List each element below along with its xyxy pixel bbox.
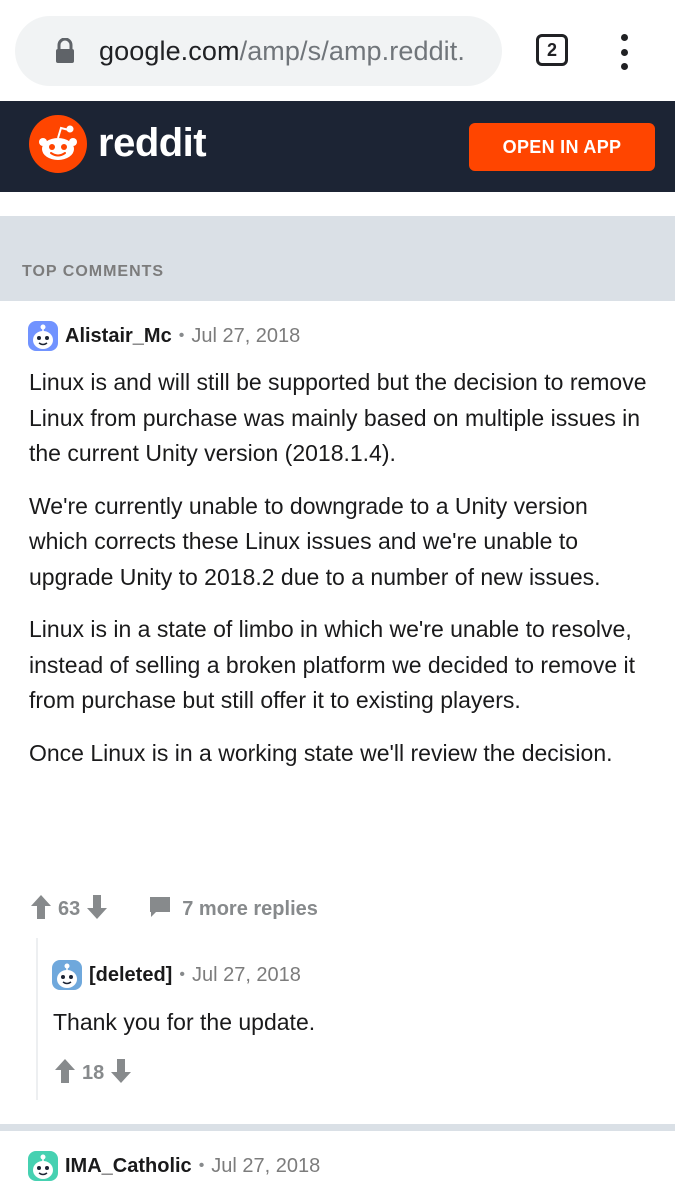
url-domain: google.com [99,35,240,66]
meta-separator: • [178,327,185,344]
comment-body: Linux is and will still be supported but… [29,365,649,788]
top-comments-header: TOP COMMENTS [0,216,675,301]
comment-paragraph: Once Linux is in a working state we'll r… [29,739,613,766]
snoo-avatar-icon[interactable] [28,321,58,351]
upvote-icon[interactable] [54,1058,76,1089]
tab-count: 2 [546,39,557,60]
comment-date: Jul 27, 2018 [211,1154,321,1177]
comment-meta: Alistair_Mc • Jul 27, 2018 [28,321,300,351]
tab-switcher-icon[interactable]: 2 [536,34,568,66]
address-bar[interactable]: google.com/amp/s/amp.reddit. [15,16,502,86]
comment-paragraph: Linux is and will still be supported but… [29,369,647,466]
comment-author[interactable]: Alistair_Mc [65,325,172,348]
meta-separator: • [179,966,185,983]
snoo-avatar-icon[interactable] [28,1151,58,1181]
more-menu-icon[interactable] [610,34,638,70]
spacer [0,192,675,216]
comment-paragraph: We're currently unable to downgrade to a… [29,492,601,590]
open-in-app-button[interactable]: OPEN IN APP [469,123,655,171]
reply-body: Thank you for the update. [53,1005,653,1058]
more-replies-label: 7 more replies [182,898,318,920]
comment-paragraph: Linux is in a state of limbo in which we… [29,616,635,713]
reply-date: Jul 27, 2018 [191,963,301,986]
upvote-icon[interactable] [30,894,52,925]
reply-author[interactable]: [deleted] [89,964,172,987]
reddit-wordmark[interactable]: reddit [98,121,207,166]
reddit-snoo-icon[interactable] [29,115,87,173]
downvote-icon[interactable] [86,894,108,925]
section-title: TOP COMMENTS [22,263,165,280]
url-text: google.com/amp/s/amp.reddit. [99,36,465,67]
comment-actions: 63 7 more replies [30,894,318,925]
comment-date: Jul 27, 2018 [191,324,301,347]
comment-separator [0,1124,675,1131]
comment-author[interactable]: IMA_Catholic [65,1155,192,1178]
reply-meta: [deleted] • Jul 27, 2018 [52,960,301,990]
comment-meta: IMA_Catholic • Jul 27, 2018 [28,1151,320,1181]
lock-icon [41,38,89,64]
url-path: /amp/s/amp.reddit. [239,35,465,66]
thread-line[interactable] [36,938,38,1100]
reply-actions: 18 [54,1058,132,1089]
comment-bubble-icon [148,895,172,924]
snoo-avatar-icon[interactable] [52,960,82,990]
vote-count: 63 [58,898,81,920]
browser-toolbar: google.com/amp/s/amp.reddit. 2 [0,0,675,101]
meta-separator: • [198,1157,205,1174]
more-replies-button[interactable]: 7 more replies [148,895,318,924]
vote-count: 18 [82,1062,105,1084]
reddit-header: reddit OPEN IN APP [0,101,675,192]
downvote-icon[interactable] [110,1058,132,1089]
reply-text: Thank you for the update. [53,1009,316,1035]
